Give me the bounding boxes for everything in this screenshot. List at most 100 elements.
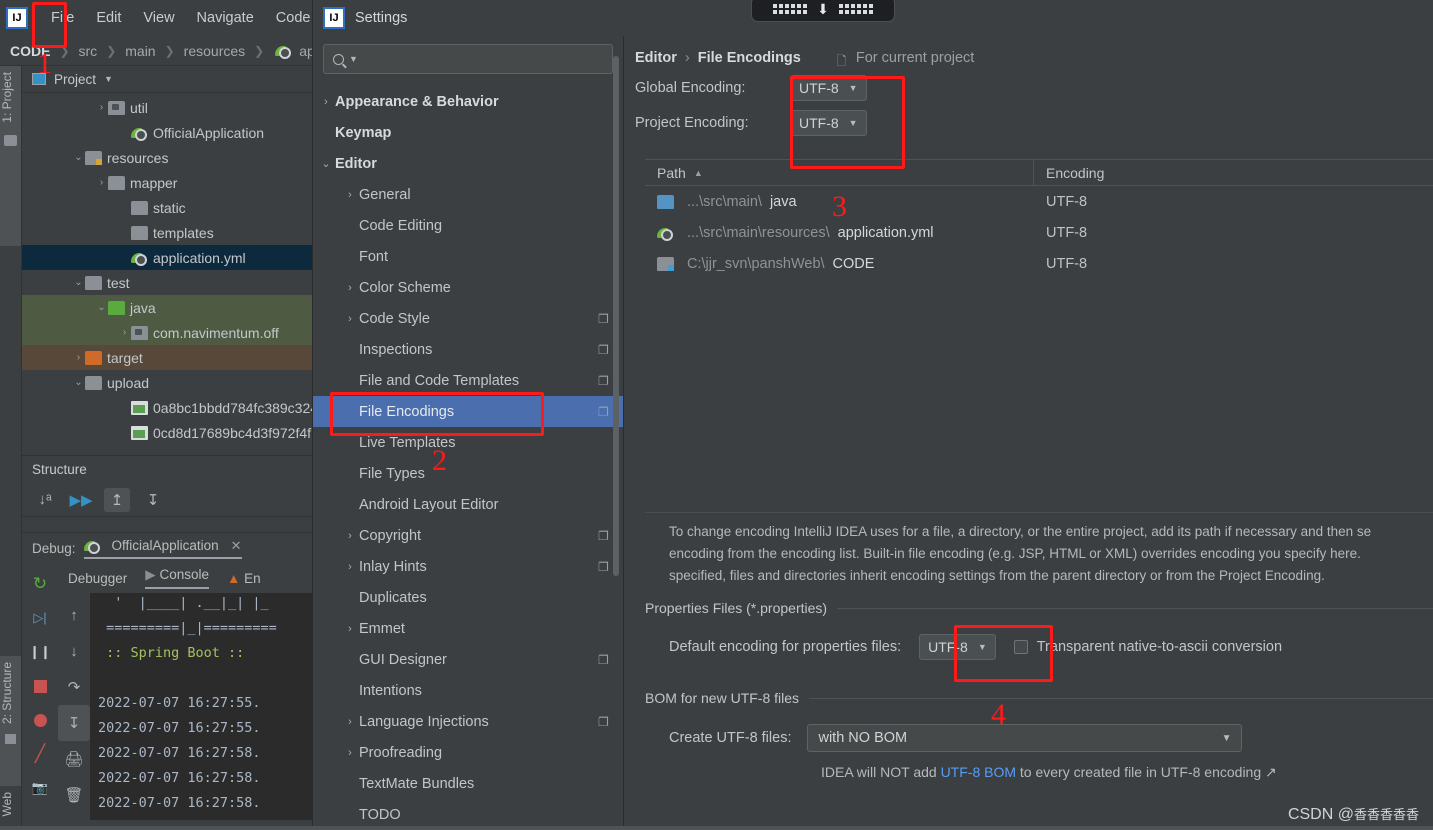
settings-tree-item-inspections[interactable]: Inspections ❐ [313, 334, 623, 365]
chevron-down-icon[interactable]: ▼ [349, 54, 358, 64]
settings-tree-item-duplicates[interactable]: Duplicates [313, 582, 623, 613]
chevron-toggle-icon[interactable]: › [95, 177, 108, 188]
settings-tree-item-android-layout-editor[interactable]: Android Layout Editor [313, 489, 623, 520]
scroll-to-end-icon[interactable]: ↧ [58, 705, 90, 741]
project-tree-item[interactable]: › util [22, 95, 312, 120]
collapse-all-icon[interactable]: ↥ [104, 487, 130, 512]
project-tree-item[interactable]: ⌄ upload [22, 370, 312, 395]
rerun-icon[interactable]: ↻ [22, 567, 58, 601]
settings-tree-item-copyright[interactable]: › Copyright ❐ [313, 520, 623, 551]
copy-settings-icon[interactable]: ❐ [598, 560, 611, 574]
settings-tree-item-proofreading[interactable]: › Proofreading [313, 737, 623, 768]
column-header-path[interactable]: Path ▲ [645, 160, 1034, 185]
project-encoding-combo[interactable]: UTF-8 ▼ [790, 110, 867, 136]
settings-tree-item-color-scheme[interactable]: › Color Scheme [313, 272, 623, 303]
copy-settings-icon[interactable]: ❐ [598, 374, 611, 388]
project-tree-item[interactable]: static [22, 195, 312, 220]
project-tree-item[interactable]: ⌄ java [22, 295, 312, 320]
mute-breakpoints-icon[interactable]: ╱ [22, 737, 58, 771]
expand-all-icon[interactable]: ▶▶ [68, 488, 94, 512]
view-breakpoints-icon[interactable] [22, 703, 58, 737]
camera-icon[interactable]: 📷 [22, 771, 58, 805]
chevron-toggle-icon[interactable]: › [317, 96, 335, 108]
project-tree-item[interactable]: 0cd8d17689bc4d3f972f4f7 [22, 420, 319, 445]
settings-tree-item-appearance-behavior[interactable]: › Appearance & Behavior [313, 86, 623, 117]
stripe-label-web[interactable]: Web [0, 786, 14, 822]
project-tree-item[interactable]: application.yml [22, 245, 312, 270]
bom-hint-link[interactable]: UTF-8 BOM [941, 764, 1016, 780]
breadcrumb-main[interactable]: main [123, 43, 157, 59]
left-stripe-web[interactable]: Web [0, 786, 22, 830]
copy-settings-icon[interactable]: ❐ [598, 715, 611, 729]
project-tree-item[interactable]: › target [22, 345, 312, 370]
console-output[interactable]: ' |____| .__|_| |_ =========|_|=========… [90, 593, 313, 820]
stripe-label-project[interactable]: 1: Project [0, 66, 14, 129]
scrollbar-thumb[interactable] [613, 56, 619, 576]
create-utf8-select[interactable]: with NO BOM ▼ [807, 724, 1243, 752]
copy-settings-icon[interactable]: ❐ [598, 405, 611, 419]
settings-tree-item-emmet[interactable]: › Emmet [313, 613, 623, 644]
chevron-toggle-icon[interactable]: › [341, 561, 359, 573]
menu-item-edit[interactable]: Edit [85, 7, 132, 29]
tab-debugger[interactable]: Debugger [68, 571, 127, 586]
settings-tree[interactable]: › Appearance & Behavior Keymap ⌄ Editor › Gene… [313, 86, 623, 830]
settings-tree-item-live-templates[interactable]: Live Templates [313, 427, 623, 458]
settings-search-box[interactable]: ▼ [323, 44, 613, 74]
settings-tree-item-editor[interactable]: ⌄ Editor [313, 148, 623, 179]
chevron-toggle-icon[interactable]: › [341, 716, 359, 728]
settings-tree-item-keymap[interactable]: Keymap [313, 117, 623, 148]
table-row[interactable]: C:\jjr_svn\panshWeb\ CODE UTF-8 [645, 248, 1433, 279]
scroll-up-icon[interactable]: ↑ [58, 597, 90, 633]
chevron-toggle-icon[interactable]: ⌄ [72, 377, 85, 388]
left-stripe-structure[interactable]: 2: Structure [0, 656, 22, 786]
settings-tree-item-language-injections[interactable]: › Language Injections ❐ [313, 706, 623, 737]
chevron-toggle-icon[interactable]: ⌄ [72, 152, 85, 163]
menu-item-file[interactable]: File [40, 7, 85, 29]
soft-wrap-icon[interactable]: ↷ [58, 669, 90, 705]
left-stripe-project[interactable]: 1: Project [0, 66, 22, 246]
arrow-down-icon[interactable]: ⬇ [817, 1, 829, 18]
encodings-table[interactable]: Path ▲ Encoding ...\src\main\ java UTF-8..… [645, 159, 1433, 504]
settings-tree-item-intentions[interactable]: Intentions [313, 675, 623, 706]
chevron-down-icon[interactable]: ▼ [104, 74, 113, 84]
chevron-toggle-icon[interactable]: › [118, 327, 131, 338]
project-tree-item[interactable]: › com.navimentum.off [22, 320, 312, 345]
scroll-to-source-icon[interactable]: ↧ [140, 488, 166, 512]
chevron-toggle-icon[interactable]: › [341, 747, 359, 759]
settings-tree-item-file-encodings[interactable]: File Encodings ❐ [313, 396, 623, 427]
project-tree[interactable]: › util OfficialApplication ⌄ resources › mappe… [22, 93, 319, 445]
stop-icon[interactable] [22, 669, 58, 703]
settings-tree-item-gui-designer[interactable]: GUI Designer ❐ [313, 644, 623, 675]
chevron-toggle-icon[interactable]: ⌄ [95, 302, 108, 313]
chevron-toggle-icon[interactable]: › [341, 189, 359, 201]
copy-settings-icon[interactable]: ❐ [598, 529, 611, 543]
clear-all-icon[interactable]: 🗑 [58, 777, 90, 813]
project-tree-item[interactable]: 0a8bc1bbdd784fc389c324 [22, 395, 318, 420]
sort-alphabetically-icon[interactable]: ↓ᵃ [32, 488, 58, 512]
project-tool-header[interactable]: Project ▼ [22, 66, 312, 93]
settings-tree-item-file-types[interactable]: File Types [313, 458, 623, 489]
chevron-toggle-icon[interactable]: › [95, 102, 108, 113]
settings-tree-item-textmate-bundles[interactable]: TextMate Bundles [313, 768, 623, 799]
table-row[interactable]: ...\src\main\ java UTF-8 [645, 186, 1433, 217]
chevron-toggle-icon[interactable]: › [341, 282, 359, 294]
transparent-conversion-checkbox-row[interactable]: Transparent native-to-ascii conversion [1013, 639, 1282, 655]
close-icon[interactable]: ✕ [231, 538, 242, 554]
settings-tree-item-code-editing[interactable]: Code Editing [313, 210, 623, 241]
column-header-encoding[interactable]: Encoding [1034, 160, 1104, 185]
breadcrumb-code[interactable]: CODE [8, 43, 52, 59]
global-encoding-combo[interactable]: UTF-8 ▼ [790, 75, 867, 101]
properties-encoding-combo[interactable]: UTF-8 ▼ [919, 634, 996, 660]
project-tree-item[interactable]: ⌄ test [22, 270, 312, 295]
debug-config-tab[interactable]: OfficialApplication ✕ [83, 538, 242, 559]
menu-item-view[interactable]: View [132, 7, 185, 29]
table-row[interactable]: ...\src\main\resources\ application.yml UT… [645, 217, 1433, 248]
chevron-toggle-icon[interactable]: ⌄ [72, 277, 85, 288]
settings-tree-item-code-style[interactable]: › Code Style ❐ [313, 303, 623, 334]
chevron-toggle-icon[interactable]: ⌄ [317, 157, 335, 170]
project-tree-item[interactable]: › mapper [22, 170, 312, 195]
settings-tree-item-file-and-code-templates[interactable]: File and Code Templates ❐ [313, 365, 623, 396]
settings-tree-scrollbar[interactable] [613, 40, 621, 826]
chevron-toggle-icon[interactable]: › [341, 530, 359, 542]
project-tree-item[interactable]: templates [22, 220, 312, 245]
